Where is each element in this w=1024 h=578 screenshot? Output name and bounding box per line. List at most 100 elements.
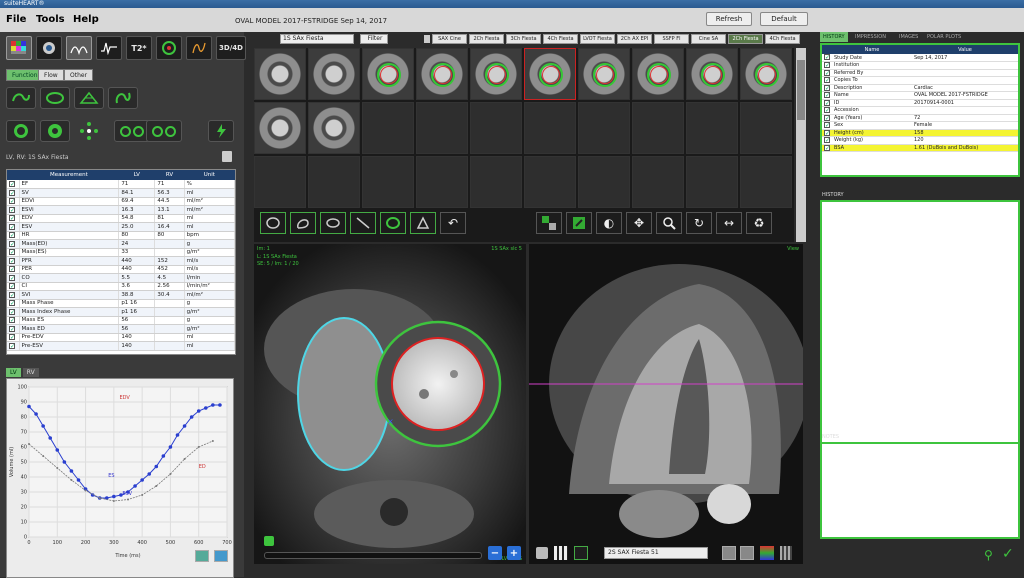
row-checkbox[interactable] [822,144,832,152]
series-tab[interactable]: 2Ch Fiesta [728,34,763,44]
series-tab[interactable]: SAX Cine [432,34,467,44]
row-checkbox[interactable] [822,99,832,107]
notes-field[interactable] [820,442,1020,539]
series-tab[interactable]: LVOT Fiesta [580,34,615,44]
slice-thumbnail[interactable] [686,48,738,100]
lv-contour-tool-icon[interactable] [260,212,286,234]
prev-series-icon[interactable] [424,35,430,43]
flip-icon[interactable]: ↔ [716,212,742,234]
row-checkbox[interactable] [7,197,20,206]
matrix-view-icon[interactable] [554,546,568,560]
table-row[interactable]: CI3.62.56l/min/m² [7,282,235,291]
slice-thumbnail[interactable] [740,48,792,100]
series-tab[interactable]: 3Ch Fiesta [506,34,541,44]
cine-timeline[interactable] [264,552,482,559]
image-viewer-right[interactable]: View [529,244,803,564]
rv-epi-button[interactable] [146,120,182,142]
tab-rv[interactable]: RV [22,368,39,377]
cross-reference-icon[interactable] [566,212,592,234]
reset-icon[interactable]: ♻ [746,212,772,234]
row-checkbox[interactable] [7,273,20,283]
move-points-icon[interactable] [74,120,104,142]
rv-endo-button[interactable] [114,120,150,142]
table-row[interactable]: EF7171% [7,180,235,189]
tab-polar-plots[interactable]: POLAR PLOTS [924,32,964,42]
delete-icon[interactable] [780,546,792,560]
series-tab[interactable]: Cine SA [691,34,726,44]
row-checkbox[interactable] [822,84,832,92]
history-row[interactable]: Institution [822,61,1018,70]
viewer-eye-icon[interactable] [36,36,62,60]
tab-images[interactable]: IMAGES [896,32,921,42]
table-row[interactable]: SVI38.830.4ml/m² [7,290,235,300]
row-checkbox[interactable] [7,214,20,223]
undo-icon[interactable]: ↶ [440,212,466,234]
compare-icon[interactable] [574,546,588,560]
series-tab[interactable]: 2Ch AX EPI [617,34,652,44]
history-row[interactable]: BSA1.61 (DuBois and DuBois) [822,144,1018,152]
function-analysis-icon[interactable] [6,36,32,60]
table-row[interactable]: Mass(ES)33 g/m² [7,248,235,257]
row-checkbox[interactable] [7,188,20,198]
slice-thumbnail[interactable] [578,48,630,100]
grid-layout-icon[interactable] [536,212,562,234]
series-tab[interactable]: 4Ch Fiesta [543,34,578,44]
series-tab[interactable]: 2Ch Fiesta [469,34,504,44]
thumbnail-scrollbar[interactable] [796,48,806,242]
pan-icon[interactable]: ✥ [626,212,652,234]
slice-minus-button[interactable]: − [488,546,502,560]
row-checkbox[interactable] [822,61,832,70]
3d-4d-button[interactable]: 3D/4D [216,36,246,60]
lv-endo-button[interactable] [6,120,36,142]
row-checkbox[interactable] [822,76,832,85]
layout-1x2-icon[interactable] [740,546,754,560]
menu-file[interactable]: File [6,14,26,25]
table-row[interactable]: Pre-ESV140 ml [7,341,235,351]
row-checkbox[interactable] [7,282,20,291]
row-checkbox[interactable] [822,91,832,100]
table-row[interactable]: Pre-EDV140 ml [7,333,235,342]
row-checkbox[interactable] [7,239,20,249]
slice-thumbnail[interactable] [470,48,522,100]
slice-thumbnail[interactable] [524,48,576,100]
row-checkbox[interactable] [822,106,832,115]
epi-tool-icon[interactable] [380,212,406,234]
table-row[interactable]: PER440452ml/s [7,265,235,274]
table-row[interactable]: CO5.54.5l/min [7,273,235,283]
history-row[interactable]: SexFemale [822,121,1018,130]
row-checkbox[interactable] [7,256,20,266]
color-map-icon[interactable] [760,546,774,560]
trash-icon[interactable] [222,151,232,162]
table-row[interactable]: Mass(ED)24 g [7,239,235,249]
history-row[interactable]: Study DateSep 14, 2017 [822,54,1018,62]
menu-help[interactable]: Help [73,14,99,25]
t2star-icon[interactable]: T2* [126,36,152,60]
row-checkbox[interactable] [7,231,20,240]
row-checkbox[interactable] [7,265,20,274]
row-checkbox[interactable] [7,205,20,215]
table-row[interactable]: Mass ED56 g/m² [7,324,235,334]
row-checkbox[interactable] [822,54,832,62]
waveform-icon[interactable] [96,36,122,60]
mesh-button[interactable] [74,87,104,109]
search-icon[interactable]: ⚲ [984,549,996,561]
row-checkbox[interactable] [7,222,20,232]
flow-analysis-icon[interactable] [66,36,92,60]
rotate-icon[interactable]: ↻ [686,212,712,234]
row-checkbox[interactable] [822,121,832,130]
slice-thumbnail[interactable] [632,48,684,100]
row-checkbox[interactable] [7,333,20,342]
table-row[interactable]: Mass Index Phasep1 16 g/m² [7,307,235,317]
table-row[interactable]: SV84.156.3ml [7,188,235,198]
row-checkbox[interactable] [822,114,832,122]
history-row[interactable]: Referred By [822,69,1018,77]
history-notes-field[interactable] [820,200,1020,450]
line-tool-icon[interactable] [350,212,376,234]
rv-segment-button[interactable] [108,87,138,109]
slice-thumbnail[interactable] [254,102,306,154]
slice-thumbnail[interactable] [308,48,360,100]
filter-button[interactable]: Filter [360,34,388,44]
timecourse-icon[interactable] [186,36,212,60]
row-checkbox[interactable] [7,307,20,317]
tab-lv[interactable]: LV [6,368,21,377]
